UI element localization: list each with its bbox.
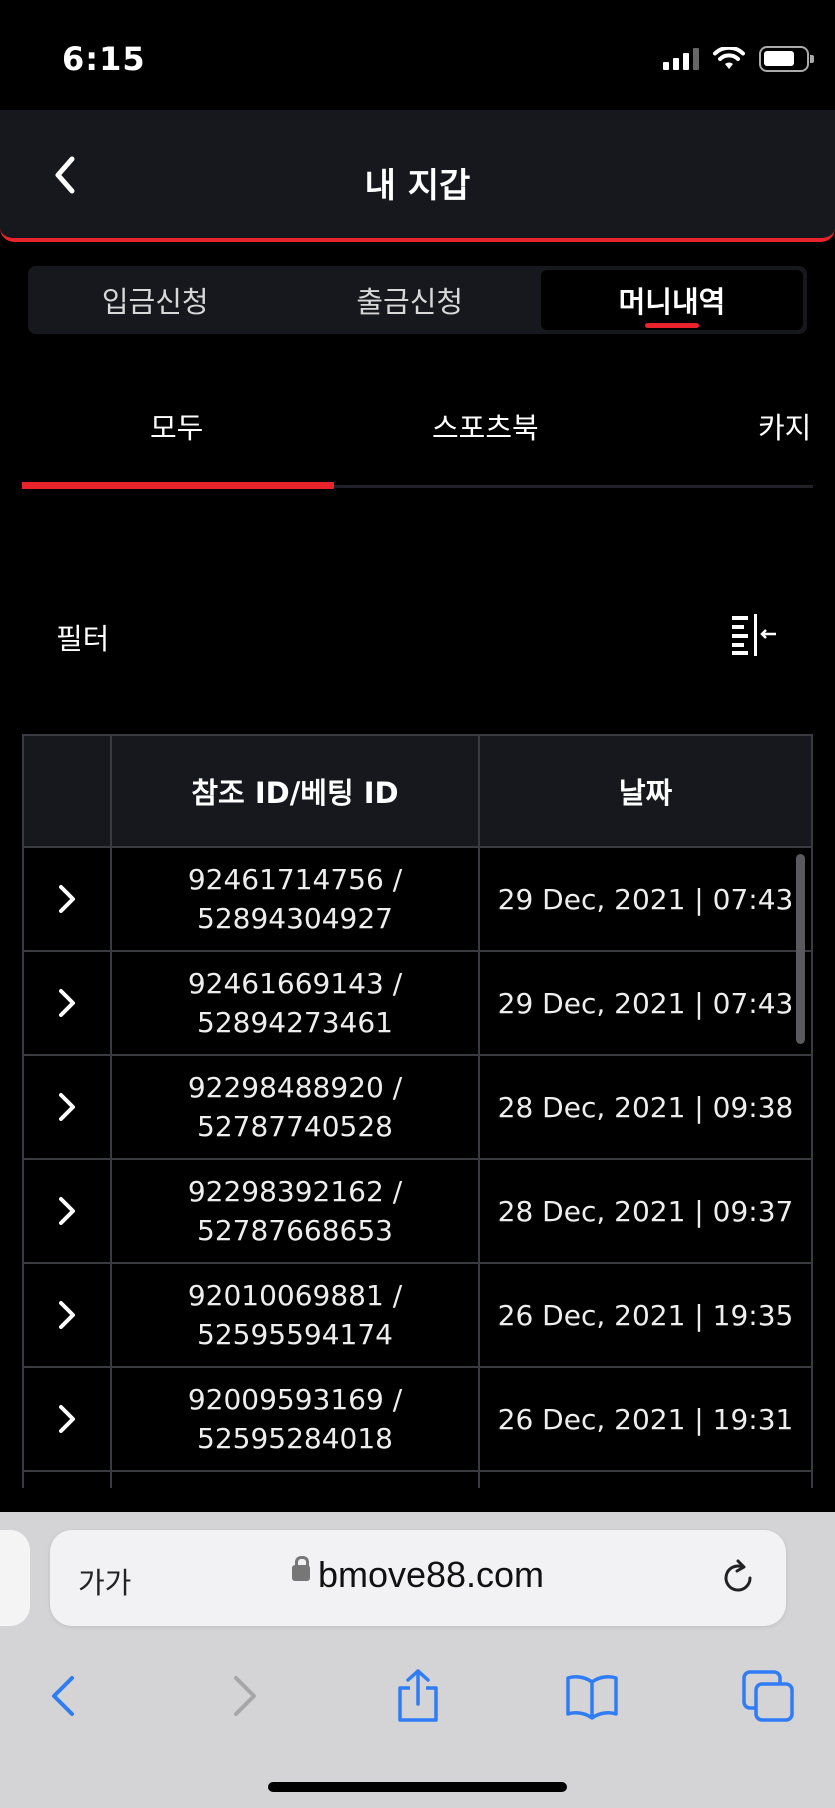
share-icon[interactable] xyxy=(390,1668,446,1724)
table-row[interactable]: 92010069881 / 52595594174 26 Dec, 2021 | 1… xyxy=(24,1264,811,1368)
bet-id: 52787668653 xyxy=(197,1214,393,1247)
status-time: 6:15 xyxy=(62,40,146,78)
page-title: 내 지갑 xyxy=(364,166,471,206)
ref-bet-id-cell: 92461669143 / 52894273461 xyxy=(112,952,480,1054)
tab-money-history-label: 머니내역 xyxy=(618,285,726,319)
chevron-right-icon xyxy=(59,885,75,913)
tab-withdrawal-request[interactable]: 출금신청 xyxy=(283,266,538,334)
reference-id: 92010069881 / xyxy=(187,1279,403,1312)
tab-deposit-request[interactable]: 입금신청 xyxy=(28,266,283,334)
lock-icon xyxy=(291,1556,310,1582)
row-expand-button[interactable] xyxy=(24,848,112,950)
back-arrow-icon[interactable] xyxy=(36,1668,92,1724)
table-body: 92461714756 / 52894304927 29 Dec, 2021 | 0… xyxy=(24,848,811,1472)
reference-id: 92298488920 / xyxy=(187,1071,403,1104)
date-cell: 28 Dec, 2021 | 09:38 xyxy=(497,1090,794,1124)
table-row[interactable]: 92461714756 / 52894304927 29 Dec, 2021 | 0… xyxy=(24,848,811,952)
previous-tab-peek[interactable] xyxy=(0,1530,30,1626)
chevron-right-icon xyxy=(59,1301,75,1329)
wifi-icon xyxy=(713,47,745,69)
date-cell: 29 Dec, 2021 | 07:43 xyxy=(497,882,794,916)
table-scrollbar[interactable] xyxy=(796,854,805,1044)
date-cell: 26 Dec, 2021 | 19:31 xyxy=(497,1402,794,1436)
ref-bet-id-cell: 92010069881 / 52595594174 xyxy=(112,1264,480,1366)
table-header-row: 참조 ID/베팅 ID 날짜 xyxy=(24,736,811,848)
tab-money-history[interactable]: 머니내역 xyxy=(541,270,803,330)
ref-bet-id-cell: 92009593169 / 52595284018 xyxy=(112,1368,480,1470)
row-expand-button[interactable] xyxy=(24,1056,112,1158)
chevron-right-icon xyxy=(59,1093,75,1121)
bet-id: 52894273461 xyxy=(197,1006,393,1039)
bet-id: 52894304927 xyxy=(197,902,393,935)
home-indicator xyxy=(268,1782,567,1792)
chevron-right-icon xyxy=(59,1405,75,1433)
table-row[interactable]: 92298392162 / 52787668653 28 Dec, 2021 | 0… xyxy=(24,1160,811,1264)
url-display[interactable]: bmove88.com xyxy=(50,1554,786,1596)
ref-bet-id-cell: 92298488920 / 52787740528 xyxy=(112,1056,480,1158)
url-text: bmove88.com xyxy=(317,1554,545,1595)
chevron-right-icon xyxy=(59,1197,75,1225)
app-header: 내 지갑 xyxy=(0,110,835,242)
address-bar[interactable]: 가가 bmove88.com xyxy=(50,1530,786,1626)
reference-id: 92298392162 / xyxy=(187,1175,403,1208)
status-icons xyxy=(663,46,814,72)
date-cell: 29 Dec, 2021 | 07:43 xyxy=(497,986,794,1020)
browser-bottom-bar: 가가 bmove88.com xyxy=(0,1512,835,1808)
table-row[interactable]: 92298488920 / 52787740528 28 Dec, 2021 | 0… xyxy=(24,1056,811,1160)
filter-collapse-icon xyxy=(732,614,776,656)
row-expand-button[interactable] xyxy=(24,952,112,1054)
reference-id: 92461714756 / xyxy=(187,863,403,896)
bookmarks-icon[interactable] xyxy=(564,1668,620,1724)
ref-bet-id-cell: 92298392162 / 52787668653 xyxy=(112,1160,480,1262)
row-expand-button[interactable] xyxy=(24,1368,112,1470)
table-row[interactable]: 92461669143 / 52894273461 29 Dec, 2021 | 0… xyxy=(24,952,811,1056)
cellular-signal-icon xyxy=(663,48,699,70)
bet-id: 52595284018 xyxy=(197,1422,393,1455)
row-expand-button[interactable] xyxy=(24,1160,112,1262)
table-row-partial xyxy=(24,1472,811,1488)
browser-toolbar xyxy=(0,1650,835,1740)
forward-arrow-icon[interactable] xyxy=(216,1668,272,1724)
row-expand-button[interactable] xyxy=(24,1264,112,1366)
partial-cell xyxy=(480,1472,811,1488)
tabs-icon[interactable] xyxy=(740,1668,796,1724)
table-row[interactable]: 92009593169 / 52595284018 26 Dec, 2021 | 1… xyxy=(24,1368,811,1472)
partial-cell xyxy=(24,1472,112,1488)
subtab-sportsbook[interactable]: 스포츠북 xyxy=(432,405,539,447)
header-expand-col xyxy=(24,736,112,846)
battery-icon xyxy=(759,46,814,72)
reference-id: 92461669143 / xyxy=(187,967,403,1000)
reload-icon[interactable] xyxy=(716,1556,760,1600)
bet-id: 52595594174 xyxy=(197,1318,393,1351)
filter-button[interactable] xyxy=(730,612,780,656)
bet-id: 52787740528 xyxy=(197,1110,393,1143)
reference-id: 92009593169 / xyxy=(187,1383,403,1416)
status-bar: 6:15 xyxy=(0,0,835,110)
filter-label: 필터 xyxy=(56,622,110,656)
subtab-all[interactable]: 모두 xyxy=(150,405,203,447)
money-history-table: 참조 ID/베팅 ID 날짜 92461714756 / 52894304927 2… xyxy=(22,734,813,1488)
header-ref-id: 참조 ID/베팅 ID xyxy=(112,736,480,846)
chevron-right-icon xyxy=(59,989,75,1017)
subtab-casino[interactable]: 카지 xyxy=(758,405,811,447)
subtab-active-indicator xyxy=(22,482,334,489)
active-tab-indicator xyxy=(645,323,699,328)
date-cell: 26 Dec, 2021 | 19:35 xyxy=(497,1298,794,1332)
ref-bet-id-cell: 92461714756 / 52894304927 xyxy=(112,848,480,950)
category-tabs: 모두 스포츠북 카지 xyxy=(22,385,813,489)
date-cell: 28 Dec, 2021 | 09:37 xyxy=(497,1194,794,1228)
partial-cell xyxy=(112,1472,480,1488)
header-date: 날짜 xyxy=(618,776,673,810)
wallet-segment-tabs: 입금신청 출금신청 머니내역 xyxy=(28,266,807,334)
